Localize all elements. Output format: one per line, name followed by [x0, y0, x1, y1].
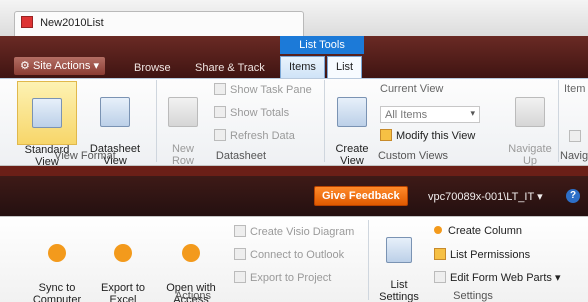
modify-view-icon [380, 129, 392, 141]
list-tools-group-label: List Tools [280, 36, 364, 54]
chevron-down-icon: ▾ [470, 108, 475, 118]
access-icon [182, 244, 200, 262]
chevron-down-icon: ▾ [554, 272, 561, 284]
export-excel-label: Export to Excel [100, 282, 146, 302]
site-actions-button[interactable]: ⚙ Site Actions ▾ [14, 57, 106, 75]
separator [156, 80, 157, 162]
chevron-down-icon: ▾ [537, 191, 543, 203]
show-task-pane-button[interactable]: Show Task Pane [214, 83, 312, 96]
give-feedback-button[interactable]: Give Feedback [314, 186, 408, 206]
settings-group-label: Settings [453, 290, 493, 302]
tab-share-track[interactable]: Share & Track [195, 62, 265, 74]
custom-views-group-label: Custom Views [377, 150, 449, 162]
navigate-group-label: Navig [560, 150, 588, 162]
connect-to-outlook-button[interactable]: Connect to Outlook [234, 248, 344, 261]
settings-gear-icon [386, 237, 412, 263]
export-to-excel-button[interactable]: Export to Excel [92, 232, 154, 302]
new-row-label: New Row [171, 143, 194, 167]
sync-label: Sync to Computer [32, 282, 82, 302]
browser-tab-strip: New2010List [0, 0, 588, 36]
help-icon[interactable]: ? [566, 189, 580, 203]
new-row-icon [168, 97, 198, 127]
sigma-icon [214, 106, 226, 118]
refresh-data-button[interactable]: Refresh Data [214, 129, 295, 142]
create-view-label: Create View [335, 143, 369, 167]
sync-to-computer-button[interactable]: Sync to Computer [26, 232, 88, 302]
refresh-data-label: Refresh Data [230, 130, 295, 142]
connect-outlook-label: Connect to Outlook [250, 249, 345, 261]
modify-view-button[interactable]: Modify this View [380, 129, 475, 142]
current-view-dropdown[interactable]: All Items ▾ [380, 106, 480, 123]
actions-group-label: Actions [174, 290, 212, 302]
datasheet-view-icon [100, 97, 130, 127]
create-view-icon [337, 97, 367, 127]
permissions-icon [434, 248, 446, 260]
outlook-icon [234, 248, 246, 260]
navigate-up-button[interactable]: Navigate Up [504, 85, 556, 167]
separator [368, 220, 369, 300]
task-pane-icon [214, 83, 226, 95]
datasheet-group-label: Datasheet [215, 150, 267, 162]
create-visio-diagram-button[interactable]: Create Visio Diagram [234, 225, 354, 238]
show-totals-button[interactable]: Show Totals [214, 106, 289, 119]
tab-list[interactable]: List [327, 56, 363, 78]
visio-icon [234, 225, 246, 237]
datasheet-view-button[interactable]: Datasheet View [84, 81, 146, 167]
chevron-down-icon: ▾ [93, 60, 100, 72]
browser-tab-title: New2010List [40, 17, 104, 29]
list-settings-label: List Settings [379, 279, 419, 302]
list-settings-button[interactable]: List Settings [372, 225, 426, 302]
standard-view-icon [32, 98, 62, 128]
refresh-icon [214, 129, 226, 141]
sync-icon [48, 244, 66, 262]
export-project-label: Export to Project [250, 272, 332, 284]
list-permissions-label: List Permissions [450, 249, 531, 261]
browser-tab[interactable]: New2010List [14, 11, 304, 36]
top-band [0, 166, 588, 176]
separator [558, 80, 559, 162]
show-totals-label: Show Totals [230, 107, 290, 119]
edit-form-web-parts-button[interactable]: Edit Form Web Parts ▾ [434, 271, 560, 284]
tab-browse[interactable]: Browse [134, 62, 171, 74]
standard-view-button[interactable]: Standard View [17, 81, 77, 168]
sharepoint-list-icon [21, 16, 33, 28]
create-view-button[interactable]: Create View [330, 85, 374, 167]
create-column-button[interactable]: Create Column [434, 225, 522, 237]
export-to-project-button[interactable]: Export to Project [234, 271, 331, 284]
excel-icon [114, 244, 132, 262]
user-name: vpc70089x-001\LT_IT [428, 191, 534, 203]
create-column-icon [434, 226, 442, 234]
gear-icon: ⚙ [20, 60, 30, 72]
create-visio-label: Create Visio Diagram [250, 226, 355, 238]
web-part-icon [434, 271, 446, 283]
navigate-up-label: Navigate Up [508, 143, 552, 167]
view-format-group-label: View Format [54, 150, 116, 162]
tab-items[interactable]: Items [280, 56, 325, 78]
current-view-value: All Items [385, 109, 428, 121]
separator [324, 80, 325, 162]
create-column-label: Create Column [448, 225, 522, 237]
new-row-button[interactable]: New Row [162, 85, 204, 167]
list-permissions-button[interactable]: List Permissions [434, 248, 530, 261]
modify-view-label: Modify this View [396, 130, 476, 142]
project-icon [234, 271, 246, 283]
partial-icon [569, 130, 581, 142]
items-partial-label: Item [564, 83, 586, 95]
show-task-pane-label: Show Task Pane [230, 84, 312, 96]
user-menu[interactable]: vpc70089x-001\LT_IT ▾ [428, 190, 543, 203]
edit-form-label: Edit Form Web Parts [450, 272, 552, 284]
current-view-label: Current View [380, 83, 444, 95]
navigate-up-icon [515, 97, 545, 127]
site-actions-label: Site Actions [32, 60, 91, 72]
